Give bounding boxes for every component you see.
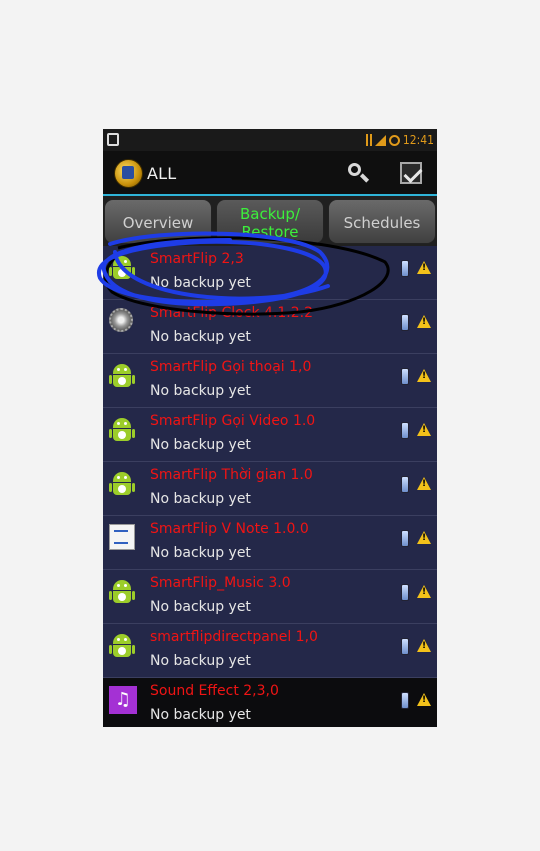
app-name: SmartFlip_Music 3.0 — [150, 575, 291, 591]
android-icon — [109, 362, 135, 390]
app-name: SmartFlip Clock 4.1.2.2 — [150, 305, 313, 321]
status-bar: 12:41 — [103, 129, 437, 151]
warning-icon — [417, 369, 431, 382]
device-icon — [401, 314, 409, 331]
android-icon — [109, 416, 135, 444]
tab-backup-label-line2: Restore — [241, 223, 299, 241]
backup-status: No backup yet — [150, 491, 251, 507]
tab-backup-restore[interactable]: Backup/ Restore — [216, 199, 324, 244]
tab-overview-label: Overview — [122, 214, 194, 232]
list-item[interactable]: SmartFlip Gọi Video 1.0 No backup yet — [103, 408, 437, 462]
backup-status: No backup yet — [150, 383, 251, 399]
tab-bar: Overview Backup/ Restore Schedules — [103, 196, 437, 248]
list-item[interactable]: SmartFlip Gọi thoại 1,0 No backup yet — [103, 354, 437, 408]
device-icon — [401, 692, 409, 709]
list-item[interactable]: smartflipdirectpanel 1,0 No backup yet — [103, 624, 437, 678]
warning-icon — [417, 693, 431, 706]
backup-status: No backup yet — [150, 599, 251, 615]
android-icon — [109, 254, 135, 282]
search-icon[interactable] — [348, 163, 370, 185]
android-icon — [109, 632, 135, 660]
app-name: smartflipdirectpanel 1,0 — [150, 629, 318, 645]
list-item[interactable]: SmartFlip 2,3 No backup yet — [103, 246, 437, 300]
vnote-icon — [109, 524, 135, 552]
device-icon — [401, 422, 409, 439]
status-icons: 12:41 — [365, 132, 434, 148]
tab-overview[interactable]: Overview — [104, 199, 212, 244]
android-icon — [109, 578, 135, 606]
music-icon: ♫ — [109, 686, 137, 714]
device-icon — [401, 638, 409, 655]
warning-icon — [417, 477, 431, 490]
page-title[interactable]: ALL — [147, 164, 176, 183]
notification-icon — [107, 133, 119, 146]
backup-status: No backup yet — [150, 707, 251, 723]
backup-status: No backup yet — [150, 653, 251, 669]
search-lens — [348, 163, 361, 176]
device-icon — [401, 260, 409, 277]
warning-icon — [417, 531, 431, 544]
android-icon — [109, 470, 135, 498]
app-list: SmartFlip 2,3 No backup yet SmartFlip Cl… — [103, 246, 437, 727]
signal-icon — [374, 134, 386, 146]
list-item[interactable]: SmartFlip Clock 4.1.2.2 No backup yet — [103, 300, 437, 354]
app-name: Sound Effect 2,3,0 — [150, 683, 279, 699]
list-item[interactable]: SmartFlip Thời gian 1.0 No backup yet — [103, 462, 437, 516]
device-icon — [401, 530, 409, 547]
tab-schedules[interactable]: Schedules — [328, 199, 436, 244]
warning-icon — [417, 315, 431, 328]
app-name: SmartFlip Gọi Video 1.0 — [150, 413, 316, 429]
list-item[interactable]: SmartFlip_Music 3.0 No backup yet — [103, 570, 437, 624]
usb-icon — [365, 134, 372, 146]
app-name: SmartFlip V Note 1.0.0 — [150, 521, 309, 537]
backup-status: No backup yet — [150, 545, 251, 561]
app-name: SmartFlip 2,3 — [150, 251, 244, 267]
device-icon — [401, 584, 409, 601]
warning-icon — [417, 423, 431, 436]
list-item[interactable]: ♫ Sound Effect 2,3,0 No backup yet — [103, 678, 437, 727]
backup-status: No backup yet — [150, 437, 251, 453]
app-name: SmartFlip Thời gian 1.0 — [150, 467, 313, 483]
warning-icon — [417, 585, 431, 598]
backup-status: No backup yet — [150, 275, 251, 291]
warning-icon — [417, 639, 431, 652]
action-bar: ALL — [103, 151, 437, 196]
device-icon — [401, 476, 409, 493]
phone-screen: 12:41 ALL Overview Backup/ Restore Sched… — [103, 129, 437, 727]
warning-icon — [417, 261, 431, 274]
list-item[interactable]: SmartFlip V Note 1.0.0 No backup yet — [103, 516, 437, 570]
tab-schedules-label: Schedules — [343, 214, 421, 232]
gear-icon — [109, 308, 135, 336]
app-logo-icon[interactable] — [114, 159, 143, 188]
status-time: 12:41 — [402, 133, 434, 147]
batch-select-icon[interactable] — [400, 162, 422, 184]
device-icon — [401, 368, 409, 385]
alarm-icon — [388, 134, 400, 146]
backup-status: No backup yet — [150, 329, 251, 345]
app-name: SmartFlip Gọi thoại 1,0 — [150, 359, 312, 375]
tab-backup-label-line1: Backup/ — [239, 205, 301, 223]
search-handle — [359, 173, 370, 183]
